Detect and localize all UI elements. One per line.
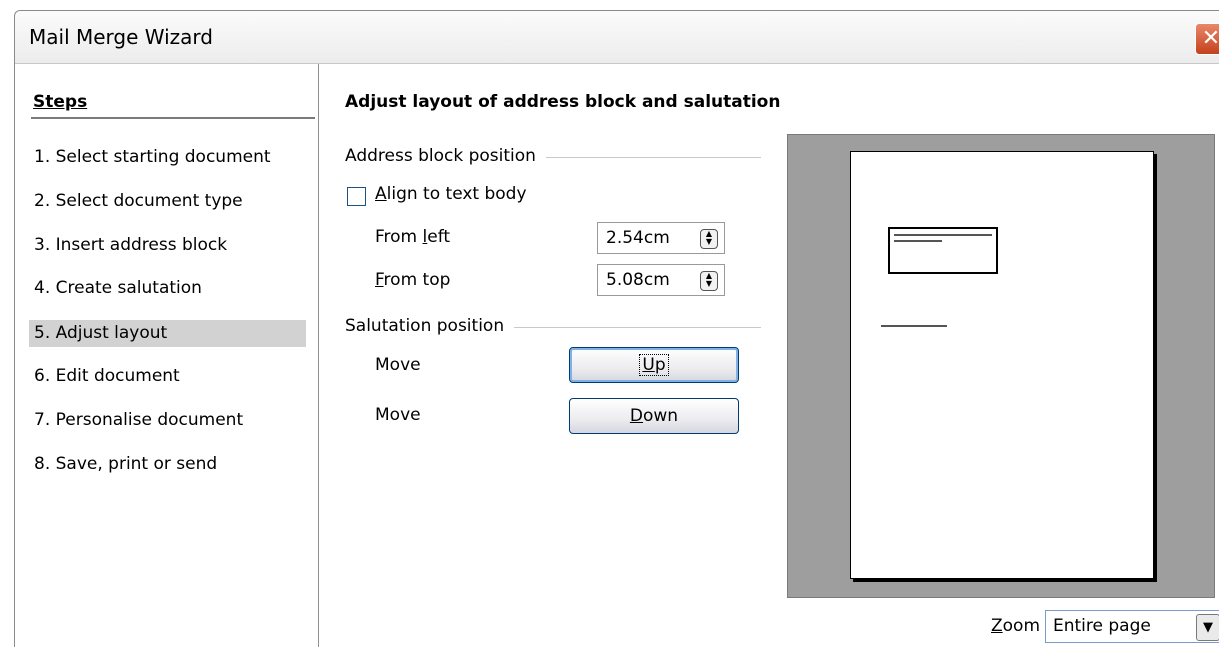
preview-salutation-line — [881, 325, 947, 327]
move-up-button[interactable]: Up — [569, 347, 739, 383]
move-up-label: Move — [375, 355, 421, 375]
mail-merge-wizard-dialog: Mail Merge Wizard ✕ Steps 1. Select star… — [14, 10, 1219, 647]
spin-arrows-icon[interactable]: ▲ ▼ — [700, 229, 718, 249]
preview-address-line — [894, 234, 992, 236]
from-left-label: From left — [375, 227, 451, 247]
preview-address-line — [894, 240, 942, 242]
title-bar[interactable]: Mail Merge Wizard ✕ — [15, 11, 1219, 64]
preview-address-block — [888, 227, 998, 274]
zoom-select-value[interactable]: Entire page — [1053, 616, 1151, 636]
from-top-value[interactable]: 5.08cm — [606, 270, 670, 290]
steps-divider — [31, 117, 315, 119]
steps-sidebar: Steps 1. Select starting document 2. Sel… — [15, 64, 319, 647]
layout-preview[interactable] — [787, 134, 1215, 598]
window-title: Mail Merge Wizard — [29, 25, 213, 49]
preview-page — [850, 151, 1154, 579]
move-down-label: Move — [375, 405, 421, 425]
step-save-print-send[interactable]: 8. Save, print or send — [29, 451, 306, 478]
from-top-label: From top — [375, 270, 451, 290]
move-down-button[interactable]: Down — [569, 398, 739, 434]
from-left-spinner[interactable]: 2.54cm ▲ ▼ — [597, 222, 725, 254]
step-select-starting-document[interactable]: 1. Select starting document — [29, 144, 306, 171]
main-panel: Adjust layout of address block and salut… — [319, 64, 1219, 647]
step-create-salutation[interactable]: 4. Create salutation — [29, 275, 306, 302]
close-icon: ✕ — [1201, 26, 1219, 51]
steps-heading: Steps — [33, 92, 88, 112]
from-top-spinner[interactable]: 5.08cm ▲ ▼ — [597, 264, 725, 296]
zoom-select[interactable]: Entire page ▼ — [1045, 610, 1219, 643]
step-select-document-type[interactable]: 2. Select document type — [29, 188, 306, 215]
spin-arrows-icon[interactable]: ▲ ▼ — [700, 271, 718, 291]
salutation-group-label: Salutation position — [345, 316, 515, 336]
align-to-text-body-checkbox[interactable] — [347, 187, 366, 206]
step-adjust-layout[interactable]: 5. Adjust layout — [29, 320, 306, 347]
align-to-text-body-label[interactable]: Align to text body — [375, 184, 527, 204]
step-edit-document[interactable]: 6. Edit document — [29, 363, 306, 390]
zoom-label: Zoom — [991, 616, 1041, 636]
chevron-down-icon[interactable]: ▼ — [1196, 614, 1219, 641]
step-personalise-document[interactable]: 7. Personalise document — [29, 407, 306, 434]
close-button[interactable]: ✕ — [1195, 23, 1219, 55]
from-left-value[interactable]: 2.54cm — [606, 228, 670, 248]
address-block-group-label: Address block position — [345, 146, 546, 166]
page-heading: Adjust layout of address block and salut… — [345, 92, 781, 112]
step-insert-address-block[interactable]: 3. Insert address block — [29, 232, 306, 259]
